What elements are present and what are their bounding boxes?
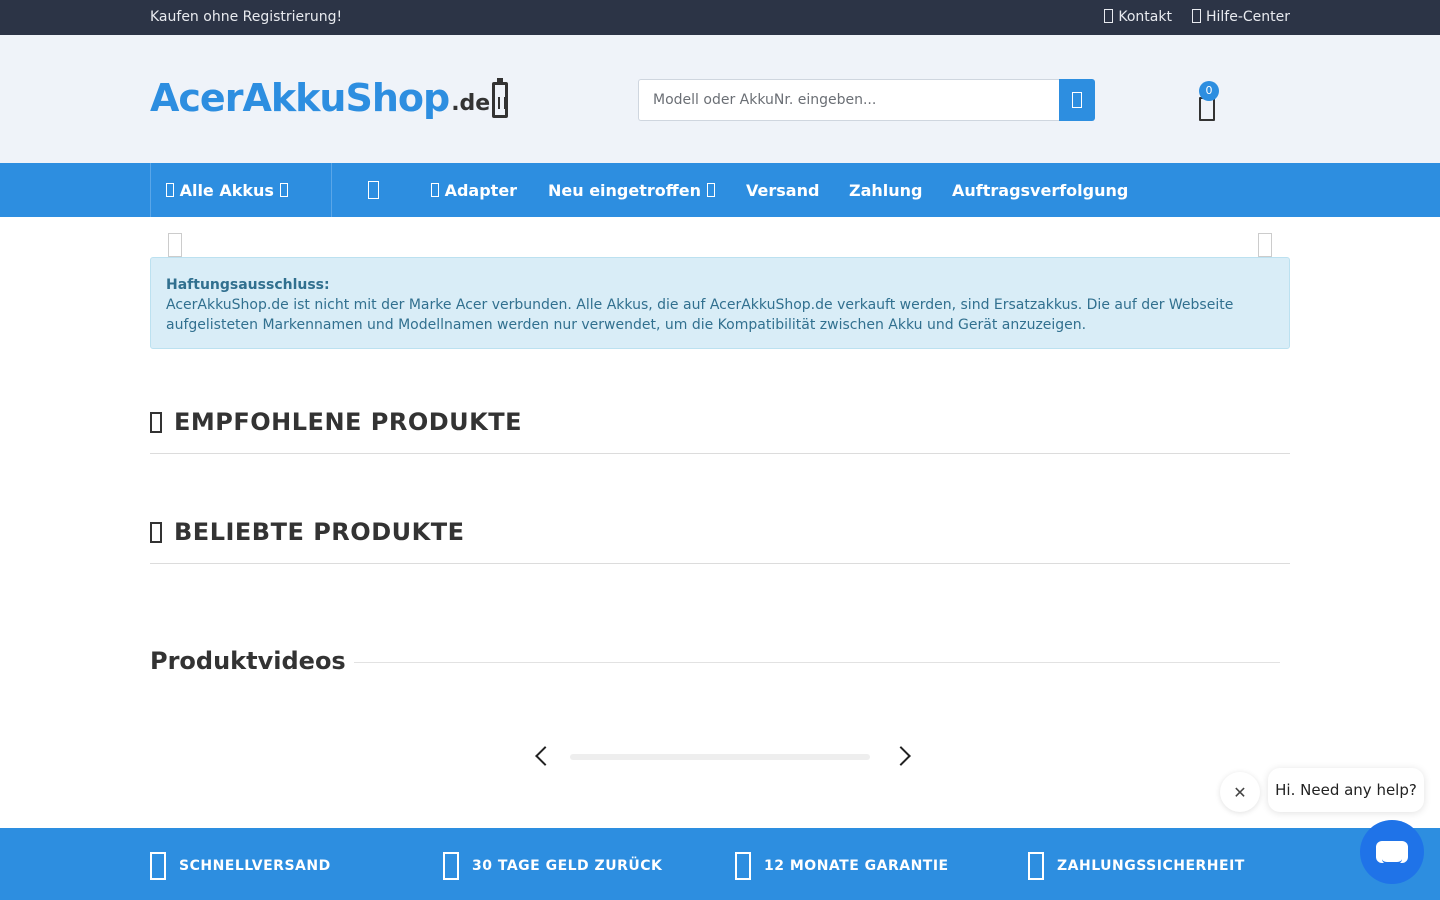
nav-adapter-label: Adapter (444, 180, 518, 200)
site-logo[interactable]: AcerAkkuShop .de (150, 68, 509, 120)
nav-new-arrivals[interactable]: Neu eingetroffen (548, 163, 715, 217)
site-header: AcerAkkuShop .de 0 (0, 35, 1440, 163)
topbar-links: Kontakt Hilfe-Center (1104, 9, 1290, 25)
logo-brand-text: AcerAkkuShop (150, 76, 450, 120)
home-icon (368, 181, 379, 199)
heading-divider (353, 661, 1280, 663)
chat-greeting-text: Hi. Need any help? (1275, 781, 1417, 799)
carousel-scrollbar[interactable] (570, 754, 870, 760)
search-button[interactable] (1059, 79, 1095, 121)
disclaimer-title: Haftungsausschluss: (166, 277, 330, 293)
product-videos-title: Produktvideos (150, 647, 346, 675)
nav-adapter[interactable]: Adapter (431, 163, 517, 217)
carousel-prev-arrow-icon[interactable] (532, 745, 552, 769)
nav-shipping[interactable]: Versand (746, 163, 819, 217)
benefits-bar: SCHNELLVERSAND 30 TAGE GELD ZURÜCK 12 MO… (0, 828, 1440, 900)
plug-icon (431, 183, 439, 197)
contact-icon (1104, 9, 1114, 23)
thumbs-up-icon (150, 412, 162, 433)
menu-icon (166, 183, 174, 197)
help-center-label: Hilfe-Center (1205, 9, 1290, 25)
nav-order-tracking-label: Auftragsverfolgung (952, 180, 1129, 200)
main-navigation: Alle Akkus Adapter Neu eingetroffen Vers… (0, 163, 1440, 217)
new-icon (706, 183, 715, 197)
topbar-promo-text: Kaufen ohne Registrierung! (150, 9, 343, 25)
nav-payment-label: Zahlung (849, 180, 923, 200)
benefit-label: SCHNELLVERSAND (179, 858, 331, 874)
carousel-next-arrow-icon[interactable] (894, 745, 914, 769)
contact-link[interactable]: Kontakt (1104, 9, 1172, 25)
search-input[interactable] (638, 79, 1060, 121)
nav-all-batteries[interactable]: Alle Akkus (150, 163, 332, 217)
benefit-label: 12 MONATE GARANTIE (764, 858, 949, 874)
fire-icon (150, 522, 162, 543)
nav-order-tracking[interactable]: Auftragsverfolgung (952, 163, 1128, 217)
popular-products-heading: BELIEBTE PRODUKTE (150, 518, 1290, 564)
benefit-label: ZAHLUNGSSICHERHEIT (1057, 858, 1245, 874)
chat-launcher-button[interactable] (1360, 820, 1424, 884)
disclaimer-alert: Haftungsausschluss: AcerAkkuShop.de ist … (150, 257, 1290, 349)
top-bar: Kaufen ohne Registrierung! Kontakt Hilfe… (0, 0, 1440, 35)
recommended-products-heading: EMPFOHLENE PRODUKTE (150, 408, 1290, 454)
benefit-fast-shipping: SCHNELLVERSAND (150, 852, 331, 880)
benefit-warranty: 12 MONATE GARANTIE (735, 852, 949, 880)
battery-icon (492, 78, 509, 118)
disclaimer-text: AcerAkkuShop.de ist nicht mit der Marke … (166, 297, 1234, 333)
truck-icon (150, 852, 166, 880)
benefit-payment-security: ZAHLUNGSSICHERHEIT (1028, 852, 1245, 880)
popular-products-title: BELIEBTE PRODUKTE (174, 518, 465, 546)
cart-button[interactable]: 0 (1196, 81, 1220, 121)
warranty-icon (735, 852, 751, 880)
nav-shipping-label: Versand (746, 180, 820, 200)
cart-count-badge: 0 (1199, 81, 1219, 101)
money-back-icon (443, 852, 459, 880)
recommended-products-title: EMPFOHLENE PRODUKTE (174, 408, 523, 436)
nav-new-arrivals-label: Neu eingetroffen (548, 180, 701, 200)
chat-dismiss-button[interactable]: ✕ (1220, 772, 1260, 812)
search-form (638, 79, 1095, 121)
slider-next-icon[interactable] (1258, 233, 1272, 257)
chat-greeting-bubble[interactable]: Hi. Need any help? (1268, 768, 1424, 812)
benefit-label: 30 TAGE GELD ZURÜCK (472, 858, 663, 874)
nav-payment[interactable]: Zahlung (849, 163, 923, 217)
chevron-down-icon (279, 183, 288, 197)
contact-label: Kontakt (1118, 9, 1172, 25)
close-icon: ✕ (1233, 782, 1247, 802)
nav-home[interactable] (368, 163, 379, 217)
nav-all-batteries-label: Alle Akkus (179, 180, 274, 200)
slider-prev-icon[interactable] (168, 233, 182, 257)
help-icon (1191, 9, 1201, 23)
search-icon (1072, 92, 1083, 108)
product-videos-heading: Produktvideos (150, 645, 1280, 677)
chat-icon (1376, 841, 1408, 864)
benefit-money-back: 30 TAGE GELD ZURÜCK (443, 852, 662, 880)
lock-icon (1028, 852, 1044, 880)
help-center-link[interactable]: Hilfe-Center (1191, 9, 1290, 25)
logo-tld-text: .de (451, 91, 491, 116)
